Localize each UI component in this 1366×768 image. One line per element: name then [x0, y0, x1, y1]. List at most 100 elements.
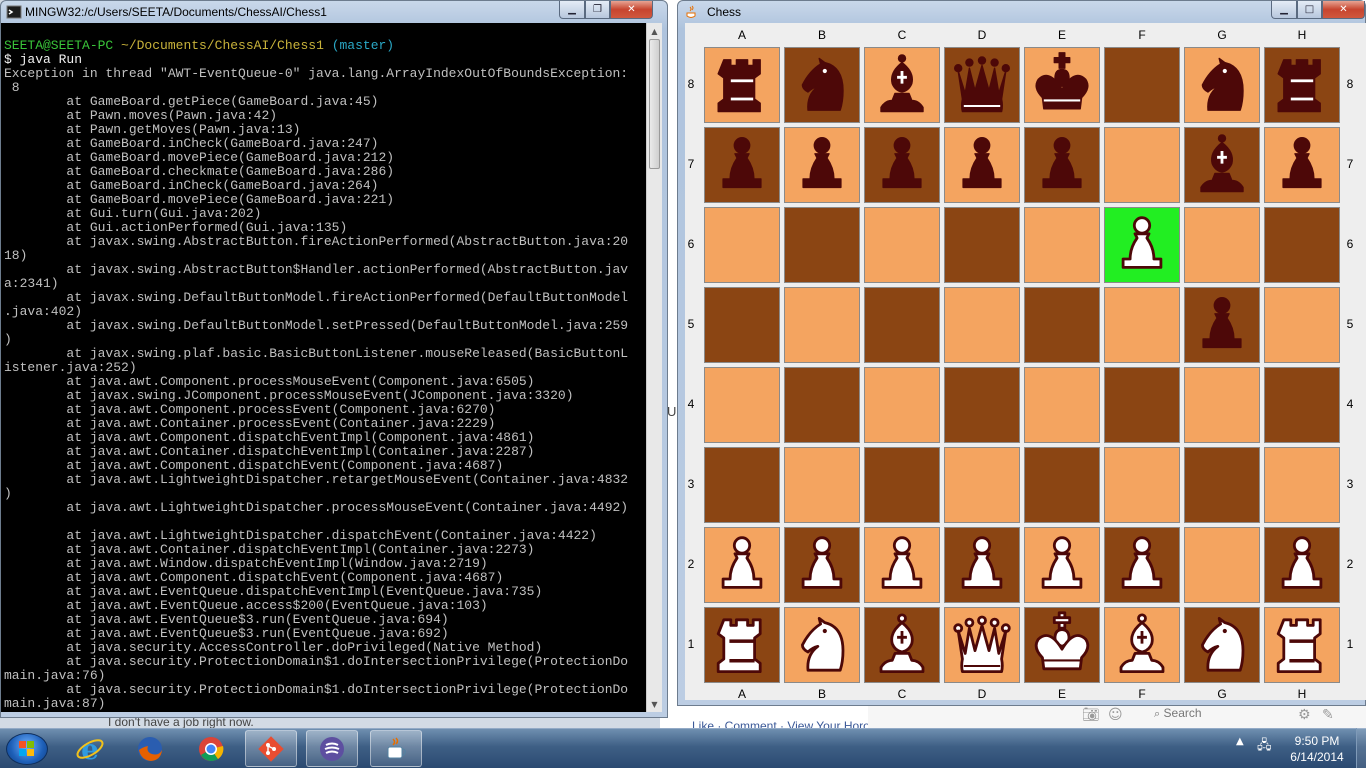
square-d3[interactable] — [944, 447, 1020, 523]
square-c4[interactable] — [864, 367, 940, 443]
maximize-button[interactable]: ❐ — [585, 1, 610, 19]
square-h8[interactable] — [1264, 47, 1340, 123]
start-button[interactable] — [6, 733, 48, 765]
chess-titlebar[interactable]: Chess ▁ □ ✕ — [678, 1, 1365, 23]
square-e6[interactable] — [1024, 207, 1100, 283]
square-a7[interactable] — [704, 127, 780, 203]
square-g8[interactable] — [1184, 47, 1260, 123]
square-c7[interactable] — [864, 127, 940, 203]
scroll-thumb[interactable] — [649, 39, 660, 169]
square-c8[interactable] — [864, 47, 940, 123]
square-d5[interactable] — [944, 287, 1020, 363]
scroll-up-icon[interactable]: ▲ — [647, 23, 662, 39]
square-b3[interactable] — [784, 447, 860, 523]
square-c3[interactable] — [864, 447, 940, 523]
taskbar-chrome[interactable] — [185, 730, 237, 767]
chess-minimize-button[interactable]: ▁ — [1271, 1, 1297, 19]
square-d1[interactable] — [944, 607, 1020, 683]
square-b8[interactable] — [784, 47, 860, 123]
square-h1[interactable] — [1264, 607, 1340, 683]
square-e5[interactable] — [1024, 287, 1100, 363]
square-g1[interactable] — [1184, 607, 1260, 683]
square-a1[interactable] — [704, 607, 780, 683]
square-e1[interactable] — [1024, 607, 1100, 683]
square-d7[interactable] — [944, 127, 1020, 203]
terminal-titlebar[interactable]: MINGW32:/c/Users/SEETA/Documents/ChessAI… — [1, 1, 667, 23]
square-f8[interactable] — [1104, 47, 1180, 123]
taskbar-eclipse[interactable] — [306, 730, 358, 767]
square-g2[interactable] — [1184, 527, 1260, 603]
square-b6[interactable] — [784, 207, 860, 283]
square-c2[interactable] — [864, 527, 940, 603]
square-f7[interactable] — [1104, 127, 1180, 203]
square-g3[interactable] — [1184, 447, 1260, 523]
gear-icon[interactable]: ⚙ — [1298, 707, 1311, 723]
square-f3[interactable] — [1104, 447, 1180, 523]
chess-close-button[interactable]: ✕ — [1322, 1, 1365, 19]
square-h3[interactable] — [1264, 447, 1340, 523]
edit-icon[interactable]: ✎ — [1322, 707, 1334, 723]
square-a3[interactable] — [704, 447, 780, 523]
square-d6[interactable] — [944, 207, 1020, 283]
square-c5[interactable] — [864, 287, 940, 363]
white-rook-icon — [716, 618, 762, 673]
square-f2[interactable] — [1104, 527, 1180, 603]
square-c1[interactable] — [864, 607, 940, 683]
square-b1[interactable] — [784, 607, 860, 683]
square-g4[interactable] — [1184, 367, 1260, 443]
square-g5[interactable] — [1184, 287, 1260, 363]
background-search-input[interactable]: ⌕ Search — [1150, 706, 1290, 725]
smiley-icon[interactable]: ☺ — [1108, 707, 1123, 723]
minimize-button[interactable]: ▁ — [559, 1, 585, 19]
taskbar-java[interactable] — [370, 730, 422, 767]
square-a6[interactable] — [704, 207, 780, 283]
file-label-top: C — [897, 28, 907, 42]
square-e8[interactable] — [1024, 47, 1100, 123]
square-e2[interactable] — [1024, 527, 1100, 603]
square-a5[interactable] — [704, 287, 780, 363]
show-desktop-button[interactable] — [1356, 728, 1366, 768]
square-a4[interactable] — [704, 367, 780, 443]
square-f1[interactable] — [1104, 607, 1180, 683]
square-g7[interactable] — [1184, 127, 1260, 203]
clock-date: 6/14/2014 — [1290, 750, 1344, 764]
square-g6[interactable] — [1184, 207, 1260, 283]
square-d2[interactable] — [944, 527, 1020, 603]
square-f5[interactable] — [1104, 287, 1180, 363]
taskbar-git[interactable] — [245, 730, 297, 767]
square-e3[interactable] — [1024, 447, 1100, 523]
terminal-line: at GameBoard.getPiece(GameBoard.java:45) — [4, 94, 379, 109]
close-button[interactable]: ✕ — [610, 1, 653, 19]
square-e7[interactable] — [1024, 127, 1100, 203]
square-h4[interactable] — [1264, 367, 1340, 443]
taskbar-internet-explorer[interactable]: e — [64, 730, 116, 767]
square-f6[interactable] — [1104, 207, 1180, 283]
square-c6[interactable] — [864, 207, 940, 283]
square-e4[interactable] — [1024, 367, 1100, 443]
white-pawn-icon — [1121, 536, 1163, 589]
square-b4[interactable] — [784, 367, 860, 443]
square-a8[interactable] — [704, 47, 780, 123]
square-d4[interactable] — [944, 367, 1020, 443]
terminal-line: at Gui.turn(Gui.java:202) — [4, 206, 262, 221]
square-a2[interactable] — [704, 527, 780, 603]
square-h7[interactable] — [1264, 127, 1340, 203]
clock[interactable]: 9:50 PM 6/14/2014 — [1282, 733, 1352, 765]
taskbar-firefox[interactable] — [124, 730, 176, 767]
chess-maximize-button[interactable]: □ — [1297, 1, 1322, 19]
square-h5[interactable] — [1264, 287, 1340, 363]
square-b7[interactable] — [784, 127, 860, 203]
scroll-down-icon[interactable]: ▼ — [647, 696, 662, 712]
camera-icon[interactable]: 📷︎ — [1082, 707, 1100, 723]
square-b2[interactable] — [784, 527, 860, 603]
square-h6[interactable] — [1264, 207, 1340, 283]
square-d8[interactable] — [944, 47, 1020, 123]
show-hidden-icons[interactable]: ▲ — [1236, 736, 1244, 747]
network-icon[interactable]: 🖧︎ — [1257, 736, 1272, 758]
square-h2[interactable] — [1264, 527, 1340, 603]
terminal-output[interactable]: SEETA@SEETA-PC ~/Documents/ChessAI/Chess… — [1, 23, 646, 712]
square-b5[interactable] — [784, 287, 860, 363]
terminal-scrollbar[interactable]: ▲ ▼ — [646, 23, 662, 712]
square-f4[interactable] — [1104, 367, 1180, 443]
black-bishop-icon — [880, 54, 924, 113]
